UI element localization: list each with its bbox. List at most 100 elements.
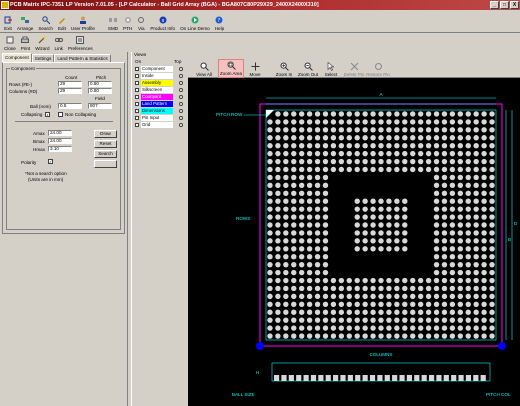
rows-pitch-input[interactable]: 0.80 — [88, 81, 112, 87]
ball-pad — [481, 238, 487, 244]
layer-visible-checkbox[interactable] — [135, 95, 139, 99]
layer-top-radio[interactable] — [179, 74, 183, 78]
ball-pad — [370, 198, 376, 204]
layer-dimensions[interactable]: Dimensions — [135, 108, 185, 114]
ball-pad — [322, 261, 329, 268]
layer-visible-checkbox[interactable] — [135, 81, 139, 85]
ball-pad — [394, 198, 400, 204]
layer-assembly[interactable]: Assembly — [135, 80, 185, 86]
ball-pad — [275, 190, 281, 196]
layer-top-radio[interactable] — [179, 116, 183, 120]
bmax-input[interactable]: 24.00 — [48, 138, 72, 144]
toolbar-arrange-button[interactable]: Arrange — [15, 11, 35, 32]
layer-silkscreen[interactable]: Silkscreen — [135, 87, 185, 93]
collapsing-radio[interactable]: • — [45, 112, 50, 117]
layer-component[interactable]: Component — [135, 66, 185, 72]
close-window-button[interactable]: X — [510, 1, 519, 9]
ball-pad — [283, 119, 289, 125]
ball-pad — [314, 230, 321, 236]
view-zoom-out-button[interactable]: Zoom Out — [296, 59, 320, 78]
drawing-canvas[interactable]: A D B PITCH ROW ROWS COLUMNS H BALL SIZE PITCH C… — [188, 78, 520, 406]
layer-top-radio[interactable] — [179, 123, 183, 127]
ball-pad — [314, 174, 321, 181]
polarity-checkbox[interactable]: ✓ — [48, 159, 53, 164]
ball-input[interactable]: 0.5 — [58, 103, 82, 109]
tab-land-pattern-statistics[interactable]: Land Pattern & Statistics — [54, 54, 111, 62]
noncollapsing-radio[interactable] — [58, 112, 63, 117]
ball-pad — [481, 325, 487, 331]
ball-pad — [275, 111, 281, 117]
toolbar-via-button[interactable]: Via — [135, 11, 147, 32]
layer-top-radio[interactable] — [179, 95, 183, 99]
layer-top-radio[interactable] — [179, 81, 183, 85]
layer-top-radio[interactable] — [179, 102, 183, 106]
view-move-button[interactable]: Move — [246, 59, 264, 78]
layer-land-pattern[interactable]: Land Pattern — [135, 101, 185, 107]
toolbar-on-line-demo-button[interactable]: On Line Demo — [178, 11, 212, 32]
toolbar-edit-button[interactable]: Edit — [56, 11, 68, 32]
view-restore-pin-button[interactable]: Restore Pin — [366, 59, 390, 78]
layer-visible-checkbox[interactable] — [135, 88, 139, 92]
toolbar-product-info-button[interactable]: Product Info — [148, 11, 177, 32]
toolbar-search-button[interactable]: Search — [36, 11, 55, 32]
ball-pad — [378, 238, 384, 244]
draw-button[interactable]: Draw — [94, 130, 117, 138]
minimize-button[interactable]: _ — [490, 1, 499, 9]
blank-button[interactable] — [94, 160, 117, 168]
layer-visible-checkbox[interactable] — [135, 123, 139, 127]
ball-pad — [473, 142, 479, 149]
amax-input[interactable]: 24.00 — [48, 130, 72, 136]
pin1-marker — [266, 110, 274, 118]
view-select-button[interactable]: Select — [322, 59, 340, 78]
toolbar-user-profile-button[interactable]: User Profile — [69, 11, 97, 32]
ball-pad — [425, 301, 432, 308]
rows-count-input[interactable]: 29 — [58, 81, 82, 87]
layer-visible-checkbox[interactable] — [135, 102, 139, 106]
ball-pad — [338, 333, 345, 339]
maximize-button[interactable]: □ — [500, 1, 509, 9]
restore-pin-icon — [374, 62, 383, 72]
toolbar-print-button[interactable]: Print — [19, 34, 32, 52]
footprint-drawing[interactable]: A D B PITCH ROW ROWS COLUMNS H BALL SIZE PITCH C… — [188, 78, 520, 406]
field-input[interactable]: 807 — [88, 103, 112, 109]
ball-pad — [306, 190, 313, 196]
layer-visible-checkbox[interactable] — [135, 67, 139, 71]
toolbar-close-button[interactable]: Close — [2, 34, 18, 52]
layer-visible-checkbox[interactable] — [135, 116, 139, 120]
reset-button[interactable]: Reset — [94, 140, 117, 148]
toolbar-wizard-button[interactable]: Wizard — [33, 34, 51, 52]
tab-settings[interactable]: Settings — [31, 54, 55, 62]
layer-courtyard[interactable]: Courtyard — [135, 94, 185, 100]
view-delete-pin-button[interactable]: Delete Pin — [344, 59, 364, 78]
layer-grid[interactable]: Grid — [135, 122, 185, 128]
ball-pad — [362, 317, 368, 323]
search-button[interactable]: Search — [94, 150, 117, 158]
toolbar-help-button[interactable]: ? Help — [213, 11, 226, 32]
layer-inside[interactable]: Inside — [135, 73, 185, 79]
layer-visible-checkbox[interactable] — [135, 74, 139, 78]
columns-count-input[interactable]: 29 — [58, 88, 82, 94]
view-zoom-in-button[interactable]: Zoom In — [274, 59, 294, 78]
toolbar-preferences-button[interactable]: Preferences — [66, 34, 95, 52]
toolbar-link-button[interactable]: Link — [53, 34, 65, 52]
ball-pad — [267, 222, 273, 228]
ball-pad — [275, 317, 281, 323]
tab-component[interactable]: Component — [2, 53, 32, 62]
ball-pad — [465, 127, 471, 133]
toolbar-pth-button[interactable]: PTH — [121, 11, 134, 32]
ball-pad — [457, 277, 464, 284]
layer-top-radio[interactable] — [179, 88, 183, 92]
ball-pad — [330, 158, 337, 165]
toolbar-exit-button[interactable]: Exit — [2, 11, 14, 32]
layer-top-radio[interactable] — [179, 67, 183, 71]
layer-top-radio[interactable] — [179, 109, 183, 113]
layer-pin-input[interactable]: Pin Input — [135, 115, 185, 121]
hmax-input[interactable]: 3.10 — [48, 146, 72, 152]
view-zoom-area-button[interactable]: Zoom Area — [218, 59, 244, 78]
columns-pitch-input[interactable]: 0.80 — [88, 88, 112, 94]
toolbar-smd-button[interactable]: SMD — [106, 11, 120, 32]
layer-visible-checkbox[interactable] — [135, 109, 139, 113]
ball-pad — [330, 333, 337, 339]
ball-pad — [386, 230, 392, 236]
view-view-all-button[interactable]: View All — [192, 59, 216, 78]
